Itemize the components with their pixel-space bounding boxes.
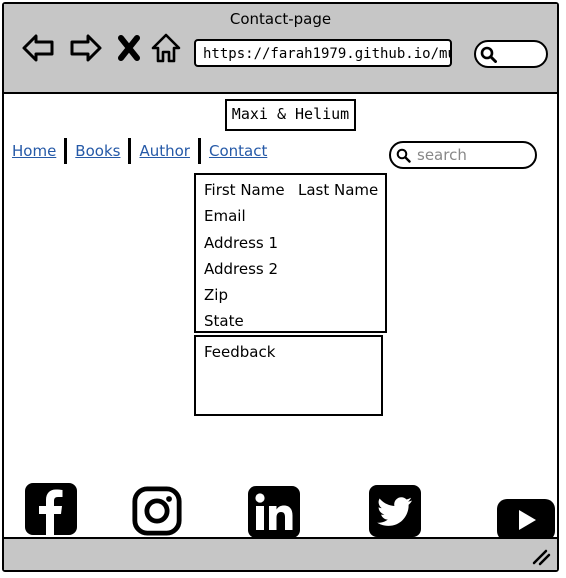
contact-form: First Name Last Name Email Address 1 Add… bbox=[194, 173, 387, 333]
resize-grip-icon[interactable] bbox=[531, 546, 551, 566]
youtube-link[interactable] bbox=[496, 498, 556, 542]
email-field[interactable]: Email bbox=[204, 207, 246, 225]
nav-contact-link[interactable]: Contact bbox=[209, 142, 267, 160]
back-icon bbox=[22, 34, 54, 62]
status-bar bbox=[4, 537, 557, 570]
nav-books-link[interactable]: Books bbox=[75, 142, 120, 160]
browser-search-field[interactable] bbox=[474, 40, 548, 68]
nav-divider bbox=[128, 138, 132, 164]
feedback-placeholder: Feedback bbox=[204, 343, 276, 361]
browser-window: Contact-page https://farah1979.github.io… bbox=[2, 2, 559, 572]
nav-divider bbox=[197, 138, 201, 164]
feedback-textarea[interactable]: Feedback bbox=[194, 335, 383, 416]
address1-field[interactable]: Address 1 bbox=[204, 234, 278, 252]
stop-button[interactable] bbox=[111, 30, 147, 66]
site-search[interactable] bbox=[389, 141, 537, 169]
stop-icon bbox=[118, 35, 140, 61]
twitter-icon bbox=[369, 485, 421, 537]
home-button[interactable] bbox=[148, 30, 184, 66]
youtube-icon bbox=[497, 499, 555, 541]
forward-button[interactable] bbox=[68, 30, 104, 66]
zip-field[interactable]: Zip bbox=[204, 286, 228, 304]
nav-home-link[interactable]: Home bbox=[12, 142, 56, 160]
forward-icon bbox=[70, 34, 102, 62]
window-title: Contact-page bbox=[229, 10, 332, 28]
browser-toolbar: Contact-page https://farah1979.github.io… bbox=[4, 4, 557, 94]
twitter-link[interactable] bbox=[367, 484, 423, 538]
facebook-link[interactable] bbox=[24, 482, 78, 536]
first-name-field[interactable]: First Name bbox=[204, 181, 285, 199]
site-brand: Maxi & Helium bbox=[225, 99, 356, 131]
address-bar[interactable]: https://farah1979.github.io/musse bbox=[194, 39, 452, 67]
nav-author-link[interactable]: Author bbox=[139, 142, 190, 160]
state-field[interactable]: State bbox=[204, 312, 244, 330]
search-input[interactable] bbox=[417, 146, 527, 164]
back-button[interactable] bbox=[20, 30, 56, 66]
search-icon bbox=[396, 148, 411, 163]
instagram-icon bbox=[132, 486, 182, 536]
last-name-field[interactable]: Last Name bbox=[298, 181, 378, 199]
linkedin-link[interactable] bbox=[246, 485, 302, 539]
linkedin-icon bbox=[248, 486, 300, 538]
instagram-link[interactable] bbox=[130, 484, 184, 538]
site-nav: Home Books Author Contact bbox=[12, 137, 267, 165]
home-icon bbox=[151, 33, 181, 63]
search-icon bbox=[480, 46, 497, 63]
facebook-icon bbox=[25, 483, 77, 535]
address2-field[interactable]: Address 2 bbox=[204, 260, 278, 278]
nav-divider bbox=[64, 138, 68, 164]
